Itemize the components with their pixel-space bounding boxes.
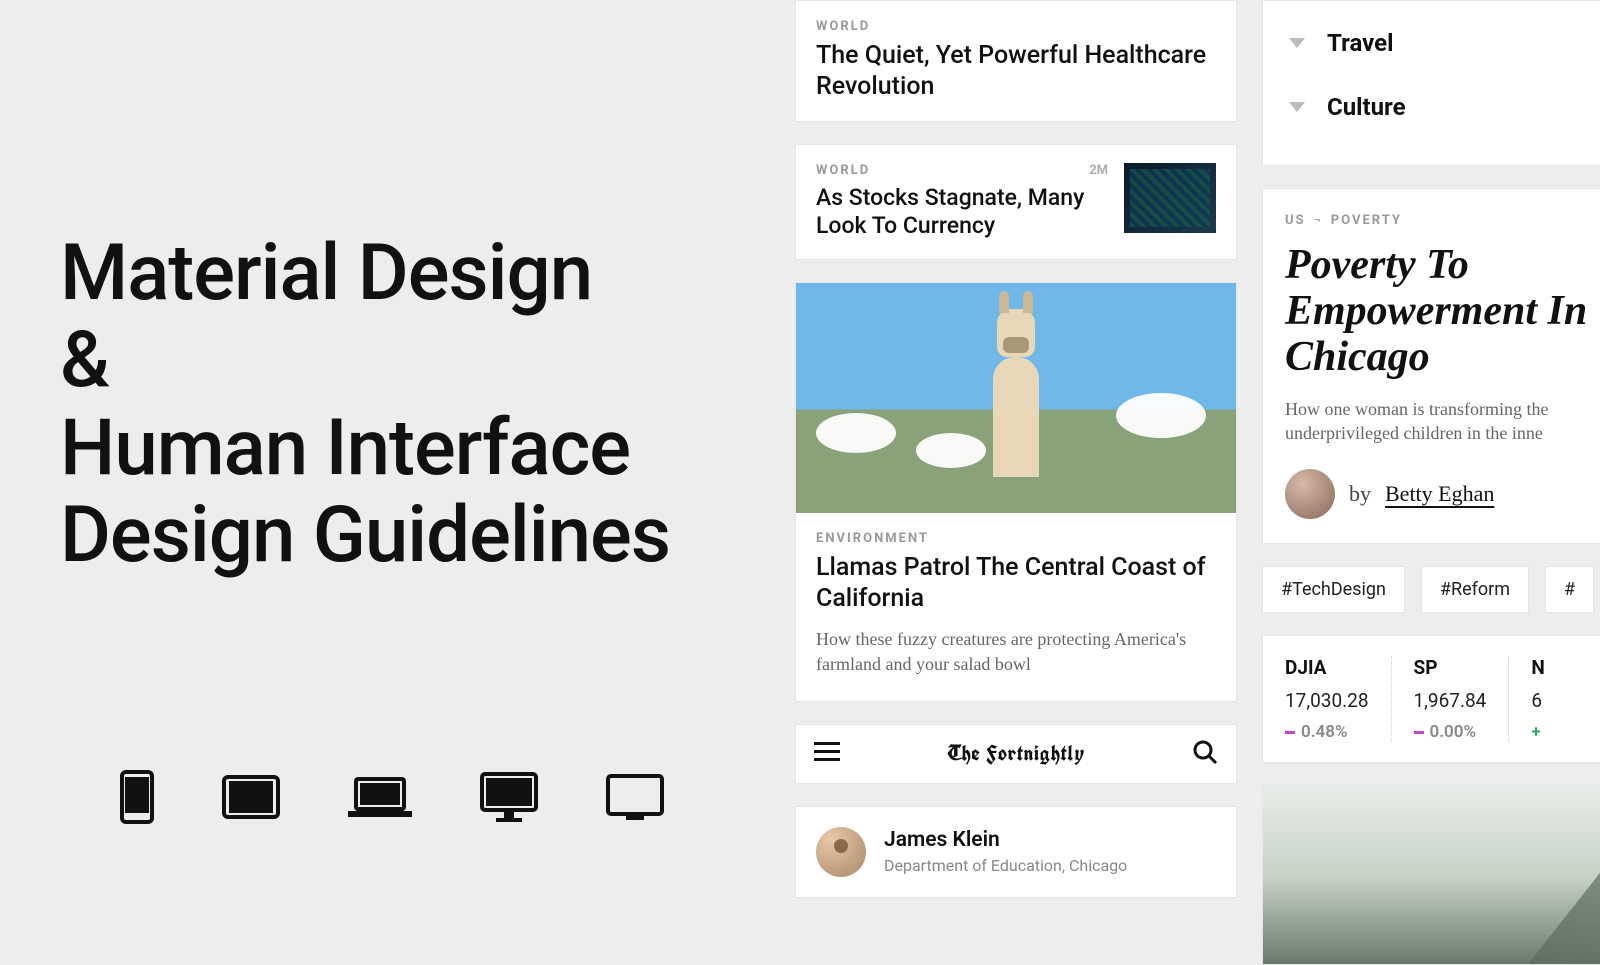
- app-logo: The Fortnightly: [947, 739, 1084, 768]
- card-image: [1263, 786, 1600, 964]
- search-icon[interactable]: [1192, 739, 1218, 769]
- stock-ticker: DJIA 17,030.28 0.48% SP 1,967.84 0.00% N…: [1262, 635, 1600, 763]
- avatar: [1285, 469, 1335, 519]
- feature-article-card[interactable]: US¬POVERTY Poverty To Empowerment In Chi…: [1262, 188, 1600, 544]
- tag-row: #TechDesign #Reform #: [1262, 566, 1600, 613]
- card-headline: Llamas Patrol The Central Coast of Calif…: [816, 552, 1216, 615]
- category-nav: Travel Culture: [1262, 0, 1600, 166]
- tag-reform[interactable]: #Reform: [1421, 566, 1529, 613]
- news-card-world-healthcare[interactable]: WORLD The Quiet, Yet Powerful Healthcare…: [795, 0, 1237, 122]
- image-card[interactable]: [1262, 785, 1600, 965]
- author-name: James Klein: [884, 828, 1127, 852]
- tablet-icon: [222, 775, 280, 823]
- card-headline: As Stocks Stagnate, Many Look To Currenc…: [816, 184, 1108, 242]
- card-hero-image: [796, 283, 1236, 513]
- chevron-down-icon: [1289, 102, 1305, 112]
- desktop-icon: [480, 772, 538, 826]
- nav-item-culture[interactable]: Culture: [1283, 75, 1600, 139]
- news-card-environment-llamas[interactable]: ENVIRONMENT Llamas Patrol The Central Co…: [795, 282, 1237, 702]
- card-subtext: How these fuzzy creatures are protecting…: [816, 627, 1216, 677]
- nav-label: Travel: [1327, 29, 1393, 57]
- article-title: Poverty To Empowerment In Chicago: [1285, 242, 1599, 381]
- stock-n[interactable]: N 6: [1509, 656, 1599, 742]
- device-icons-row: [120, 770, 664, 828]
- app-toolbar: The Fortnightly: [795, 724, 1237, 784]
- category-label: WORLD: [816, 163, 870, 178]
- phone-icon: [120, 770, 154, 828]
- category-label: ENVIRONMENT: [816, 531, 1216, 546]
- breadcrumb: US¬POVERTY: [1285, 213, 1599, 228]
- tag-partial[interactable]: #: [1545, 566, 1594, 613]
- avatar: [816, 827, 866, 877]
- news-card-world-stocks[interactable]: WORLD 2M As Stocks Stagnate, Many Look T…: [795, 144, 1237, 261]
- stock-sp[interactable]: SP 1,967.84 0.00%: [1392, 656, 1510, 742]
- card-thumbnail: [1124, 163, 1216, 233]
- page-title: Material Design & Human Interface Design…: [60, 230, 760, 579]
- tag-techdesign[interactable]: #TechDesign: [1262, 566, 1405, 613]
- byline: by Betty Eghan: [1285, 469, 1599, 519]
- author-card[interactable]: James Klein Department of Education, Chi…: [795, 806, 1237, 898]
- nav-item-travel[interactable]: Travel: [1283, 11, 1600, 75]
- stock-djia[interactable]: DJIA 17,030.28 0.48%: [1285, 656, 1392, 742]
- article-subtitle: How one woman is transforming the underp…: [1285, 397, 1599, 446]
- laptop-icon: [348, 775, 412, 823]
- tv-icon: [606, 774, 664, 824]
- chevron-down-icon: [1289, 38, 1305, 48]
- time-label: 2M: [1089, 163, 1108, 178]
- menu-icon[interactable]: [814, 742, 840, 766]
- author-link[interactable]: Betty Eghan: [1385, 481, 1494, 507]
- card-headline: The Quiet, Yet Powerful Healthcare Revol…: [816, 40, 1216, 103]
- category-label: WORLD: [816, 19, 1216, 34]
- nav-label: Culture: [1327, 93, 1406, 121]
- author-role: Department of Education, Chicago: [884, 856, 1127, 875]
